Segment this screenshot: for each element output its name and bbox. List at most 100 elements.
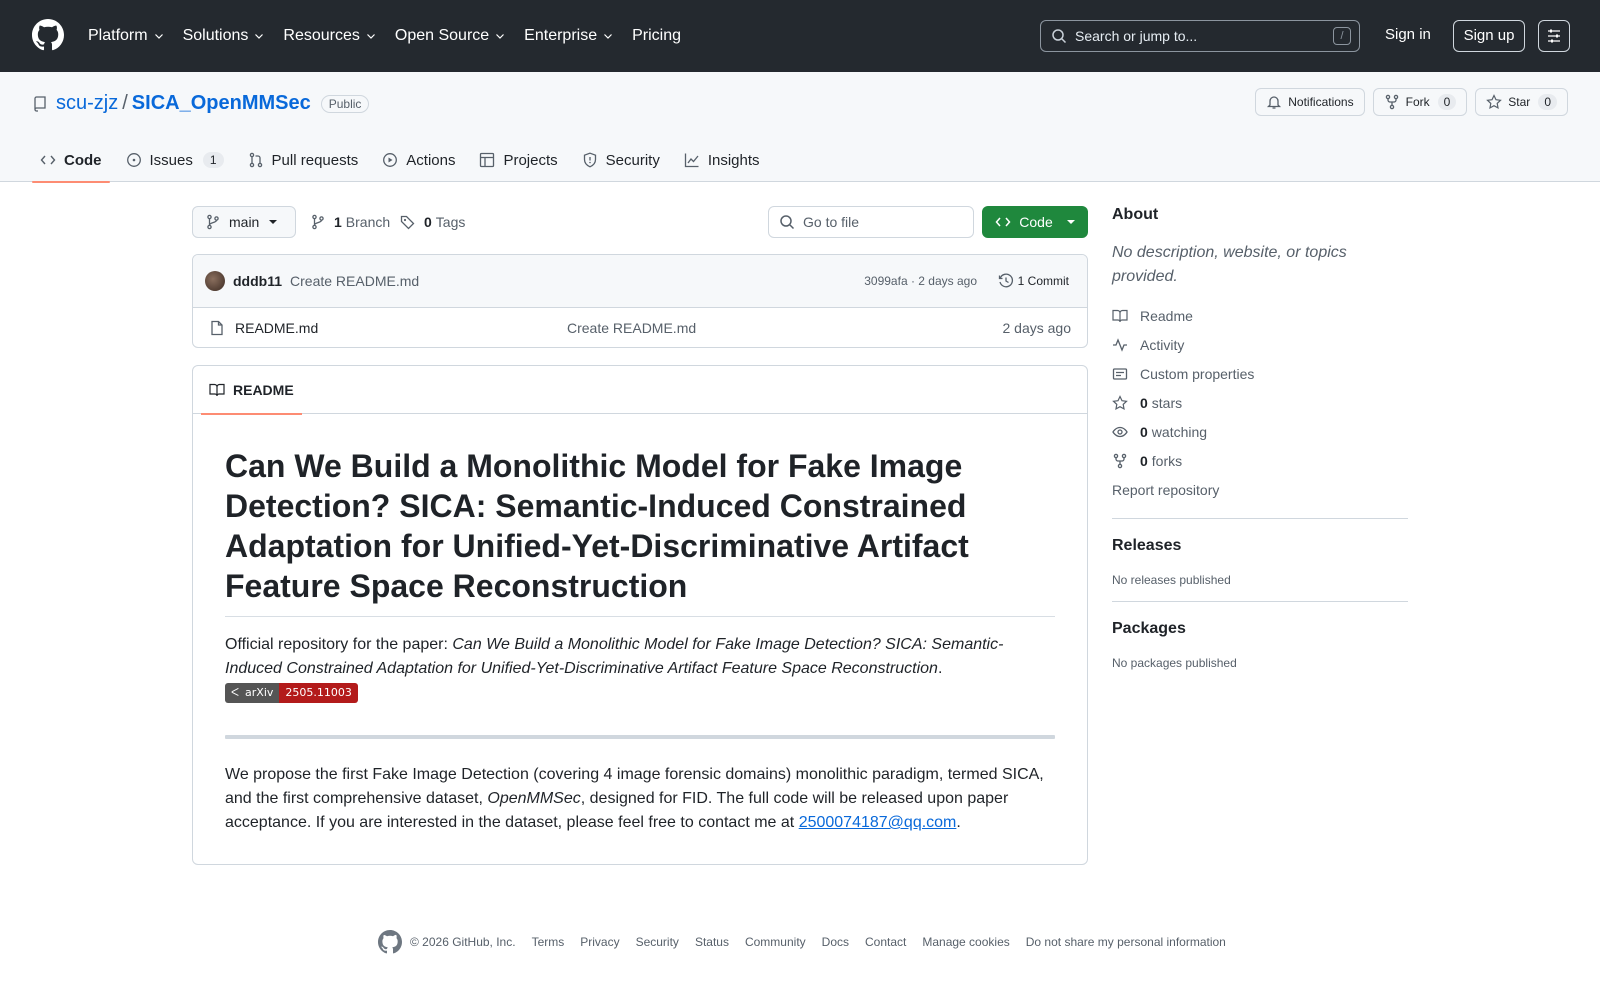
tab-actions[interactable]: Actions bbox=[374, 138, 463, 182]
repo-owner-link[interactable]: scu-zjz bbox=[56, 92, 118, 115]
tab-security[interactable]: Security bbox=[574, 138, 668, 182]
commit-hash-time[interactable]: 3099afa · 2 days ago bbox=[864, 274, 977, 288]
nav-solutions[interactable]: Solutions bbox=[183, 27, 266, 45]
avatar[interactable] bbox=[205, 271, 225, 291]
tab-projects[interactable]: Projects bbox=[471, 138, 565, 182]
commit-count: 1 bbox=[1017, 274, 1025, 288]
sign-in-link[interactable]: Sign in bbox=[1385, 26, 1431, 43]
tab-insights-label: Insights bbox=[707, 151, 760, 169]
code-icon bbox=[40, 155, 56, 165]
tab-issues[interactable]: Issues 1 bbox=[118, 138, 232, 182]
global-search-input[interactable]: Search or jump to... / bbox=[1040, 20, 1360, 52]
nav-platform[interactable]: Platform bbox=[88, 27, 165, 45]
readme-tab[interactable]: README bbox=[201, 366, 302, 415]
readme-body-end: . bbox=[956, 814, 961, 831]
sign-up-button[interactable]: Sign up bbox=[1453, 20, 1525, 52]
commit-author-link[interactable]: dddb11 bbox=[233, 273, 282, 289]
tab-code-label: Code bbox=[64, 151, 102, 169]
tab-code[interactable]: Code bbox=[32, 138, 110, 183]
eye-icon bbox=[1112, 426, 1128, 437]
code-icon bbox=[995, 217, 1011, 227]
file-toolbar: main 1 Branch 0 Tags Go to file Code bbox=[192, 206, 1088, 238]
tab-pull-requests[interactable]: Pull requests bbox=[240, 138, 367, 182]
activity-link[interactable]: Activity bbox=[1112, 330, 1408, 359]
visibility-badge: Public bbox=[320, 94, 370, 113]
tags-link[interactable]: 0 Tags bbox=[400, 206, 465, 238]
code-dropdown-button[interactable]: Code bbox=[982, 206, 1088, 238]
nav-pricing-label: Pricing bbox=[632, 27, 681, 44]
chevron-down-icon bbox=[366, 34, 375, 39]
stars-label: stars bbox=[1151, 394, 1183, 411]
repo-name-link[interactable]: SICA_OpenMMSec bbox=[132, 92, 311, 115]
star-icon bbox=[1486, 94, 1503, 110]
stars-link[interactable]: 0 stars bbox=[1112, 388, 1408, 417]
footer-link-do-not-share[interactable]: Do not share my personal information bbox=[1026, 935, 1226, 949]
star-icon bbox=[1112, 394, 1128, 410]
chevron-down-icon bbox=[604, 34, 613, 39]
pulse-icon bbox=[1113, 337, 1127, 352]
readme-intro-prefix: Official repository for the paper: bbox=[225, 636, 453, 653]
nav-open-source[interactable]: Open Source bbox=[395, 27, 506, 45]
branches-link[interactable]: 1 Branch bbox=[310, 206, 390, 238]
file-commit-link[interactable]: Create README.md bbox=[567, 320, 696, 336]
nav-enterprise[interactable]: Enterprise bbox=[524, 27, 614, 45]
fork-button[interactable]: Fork 0 bbox=[1372, 88, 1468, 116]
footer-link-manage-cookies[interactable]: Manage cookies bbox=[922, 935, 1009, 949]
forks-link[interactable]: 0 forks bbox=[1112, 446, 1408, 475]
book-icon bbox=[209, 383, 225, 397]
fork-label: Fork bbox=[1405, 95, 1430, 109]
activity-link-label: Activity bbox=[1140, 336, 1185, 353]
readme-panel: README Can We Build a Monolithic Model f… bbox=[192, 365, 1088, 865]
command-palette-button[interactable] bbox=[1538, 20, 1570, 52]
nav-resources[interactable]: Resources bbox=[283, 27, 376, 45]
search-placeholder: Search or jump to... bbox=[1075, 28, 1198, 44]
custom-properties-label: Custom properties bbox=[1140, 365, 1255, 382]
footer-link-privacy[interactable]: Privacy bbox=[580, 935, 619, 949]
readme-description: We propose the first Fake Image Detectio… bbox=[225, 763, 1055, 835]
forks-label: forks bbox=[1151, 452, 1183, 469]
github-logo-icon[interactable] bbox=[32, 19, 64, 51]
tab-insights[interactable]: Insights bbox=[676, 138, 768, 182]
search-icon bbox=[780, 215, 795, 230]
table-row[interactable]: README.md Create README.md 2 days ago bbox=[193, 308, 1087, 347]
forks-count: 0 bbox=[1140, 452, 1148, 469]
watching-link[interactable]: 0 watching bbox=[1112, 417, 1408, 446]
footer-link-status[interactable]: Status bbox=[695, 935, 729, 949]
commit-message-link[interactable]: Create README.md bbox=[290, 273, 419, 289]
report-repository-link[interactable]: Report repository bbox=[1112, 475, 1408, 504]
readme-divider bbox=[225, 735, 1055, 739]
go-to-file-input[interactable]: Go to file bbox=[768, 206, 974, 238]
caret-down-icon bbox=[269, 220, 278, 224]
repo-separator: / bbox=[122, 92, 128, 114]
packages-heading[interactable]: Packages bbox=[1112, 620, 1408, 638]
global-header: Platform Solutions Resources Open Source… bbox=[0, 0, 1600, 72]
releases-heading[interactable]: Releases bbox=[1112, 537, 1408, 555]
nav-pricing[interactable]: Pricing bbox=[632, 27, 681, 45]
table-icon bbox=[480, 152, 495, 168]
code-button-label: Code bbox=[1019, 214, 1053, 230]
watching-count: 0 bbox=[1140, 423, 1148, 440]
github-logo-icon[interactable] bbox=[378, 930, 402, 954]
arxiv-badge[interactable]: ᐸ arXiv 2505.11003 bbox=[225, 682, 358, 703]
about-heading: About bbox=[1112, 206, 1159, 223]
custom-properties-link[interactable]: Custom properties bbox=[1112, 359, 1408, 388]
readme-title: Can We Build a Monolithic Model for Fake… bbox=[225, 446, 1055, 617]
pull-request-icon bbox=[249, 152, 262, 168]
contact-email-link[interactable]: 2500074187@qq.com bbox=[799, 814, 957, 831]
footer-link-contact[interactable]: Contact bbox=[865, 935, 906, 949]
notifications-button[interactable]: Notifications bbox=[1255, 88, 1365, 116]
about-sidebar: About No description, website, or topics… bbox=[1112, 206, 1408, 670]
readme-link[interactable]: Readme bbox=[1112, 301, 1408, 330]
footer-link-security[interactable]: Security bbox=[636, 935, 679, 949]
footer-link-community[interactable]: Community bbox=[745, 935, 806, 949]
footer-link-docs[interactable]: Docs bbox=[822, 935, 849, 949]
branch-selector[interactable]: main bbox=[192, 206, 296, 238]
history-icon bbox=[998, 273, 1013, 288]
file-name-link[interactable]: README.md bbox=[235, 320, 318, 336]
nav-solutions-label: Solutions bbox=[182, 27, 249, 44]
arxiv-badge-id: 2505.11003 bbox=[279, 682, 358, 703]
star-button[interactable]: Star 0 bbox=[1475, 88, 1568, 116]
commits-history-link[interactable]: 1 Commit bbox=[998, 273, 1069, 289]
note-icon bbox=[1112, 367, 1128, 380]
footer-link-terms[interactable]: Terms bbox=[532, 935, 565, 949]
